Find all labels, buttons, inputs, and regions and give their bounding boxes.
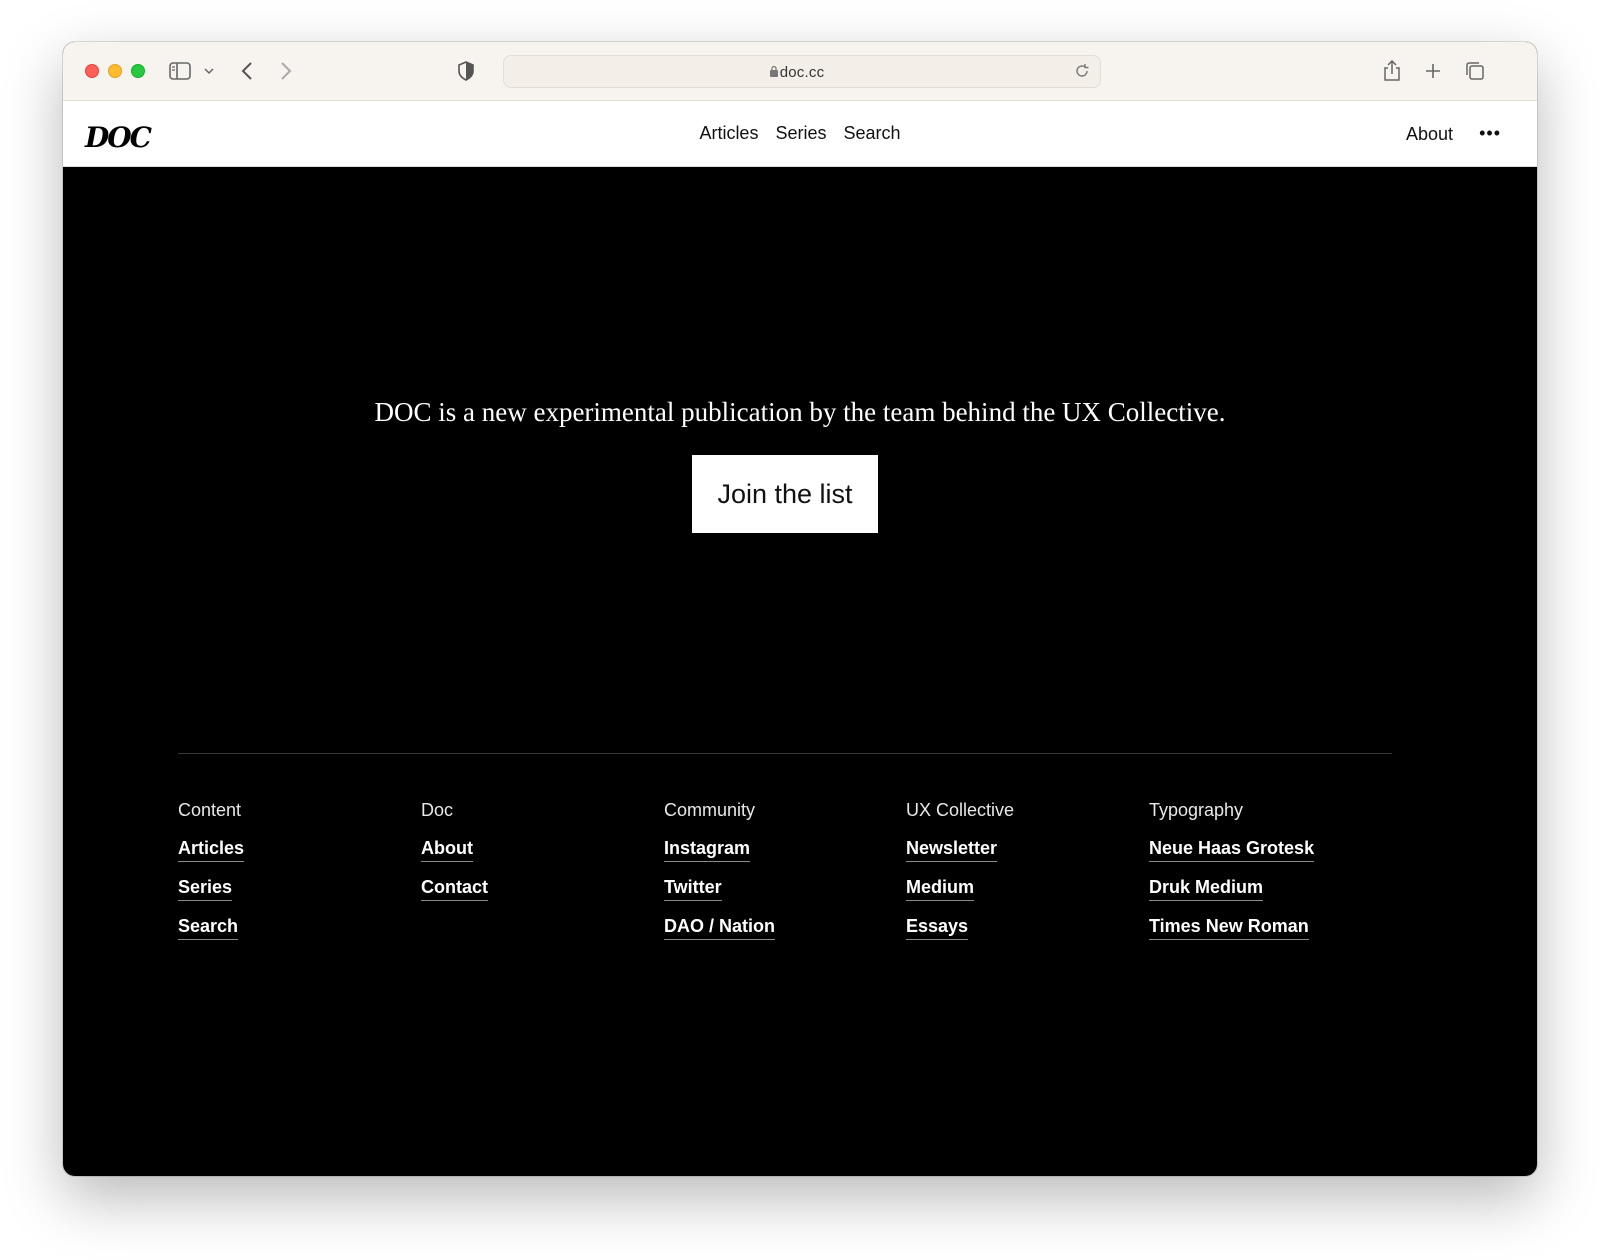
footer-link[interactable]: Twitter	[664, 877, 722, 901]
more-menu-icon[interactable]: •••	[1479, 123, 1501, 144]
sidebar-icon[interactable]	[169, 58, 191, 84]
footer-link[interactable]: Essays	[906, 916, 969, 940]
footer-link[interactable]: Neue Haas Grotesk	[1149, 838, 1315, 862]
footer-divider	[178, 753, 1392, 754]
footer-heading: Doc	[421, 800, 454, 820]
shield-icon[interactable]	[458, 58, 474, 84]
browser-window: doc.cc DOC Articles Series Search About …	[63, 42, 1537, 1176]
footer-column-community: Community Instagram Twitter DAO / Nation	[664, 800, 775, 955]
share-icon[interactable]	[1383, 58, 1401, 84]
footer-link[interactable]: Series	[178, 877, 233, 901]
nav-about[interactable]: About	[1406, 124, 1453, 145]
site-header: DOC Articles Series Search About •••	[63, 101, 1537, 167]
join-list-button[interactable]: Join the list	[692, 455, 878, 533]
footer-column-doc: Doc About Contact	[421, 800, 488, 916]
footer-heading: Content	[178, 800, 242, 820]
footer-column-ux-collective: UX Collective Newsletter Medium Essays	[906, 800, 1014, 955]
maximize-icon[interactable]	[131, 64, 145, 78]
forward-icon[interactable]	[280, 58, 292, 84]
footer-column-typography: Typography Neue Haas Grotesk Druk Medium…	[1149, 800, 1315, 955]
tabs-icon[interactable]	[1465, 58, 1485, 84]
footer-link[interactable]: Medium	[906, 877, 975, 901]
footer-link[interactable]: Newsletter	[906, 838, 998, 862]
reload-icon[interactable]	[1074, 63, 1090, 84]
footer-link[interactable]: Contact	[421, 877, 488, 901]
address-bar[interactable]: doc.cc	[503, 55, 1101, 88]
main-nav: Articles Series Search	[63, 123, 1537, 144]
chevron-down-icon[interactable]	[204, 58, 214, 84]
footer-link[interactable]: DAO / Nation	[664, 916, 775, 940]
nav-search[interactable]: Search	[844, 123, 901, 143]
footer-link[interactable]: About	[421, 838, 473, 862]
new-tab-icon[interactable]	[1425, 58, 1441, 84]
nav-series[interactable]: Series	[775, 123, 826, 143]
footer-link[interactable]: Druk Medium	[1149, 877, 1264, 901]
footer-heading: Community	[664, 800, 756, 820]
close-icon[interactable]	[85, 64, 99, 78]
nav-articles[interactable]: Articles	[699, 123, 758, 143]
footer-link[interactable]: Times New Roman	[1149, 916, 1309, 940]
url-text: doc.cc	[779, 64, 825, 81]
browser-toolbar: doc.cc	[63, 42, 1537, 101]
footer-column-content: Content Articles Series Search	[178, 800, 245, 955]
hero-tagline: DOC is a new experimental publication by…	[374, 397, 1226, 427]
back-icon[interactable]	[241, 58, 253, 84]
minimize-icon[interactable]	[108, 64, 122, 78]
footer-link[interactable]: Search	[178, 916, 239, 940]
footer-link[interactable]: Articles	[178, 838, 245, 862]
footer-heading: Typography	[1149, 800, 1244, 820]
footer-heading: UX Collective	[906, 800, 1015, 820]
footer-link[interactable]: Instagram	[664, 838, 751, 862]
